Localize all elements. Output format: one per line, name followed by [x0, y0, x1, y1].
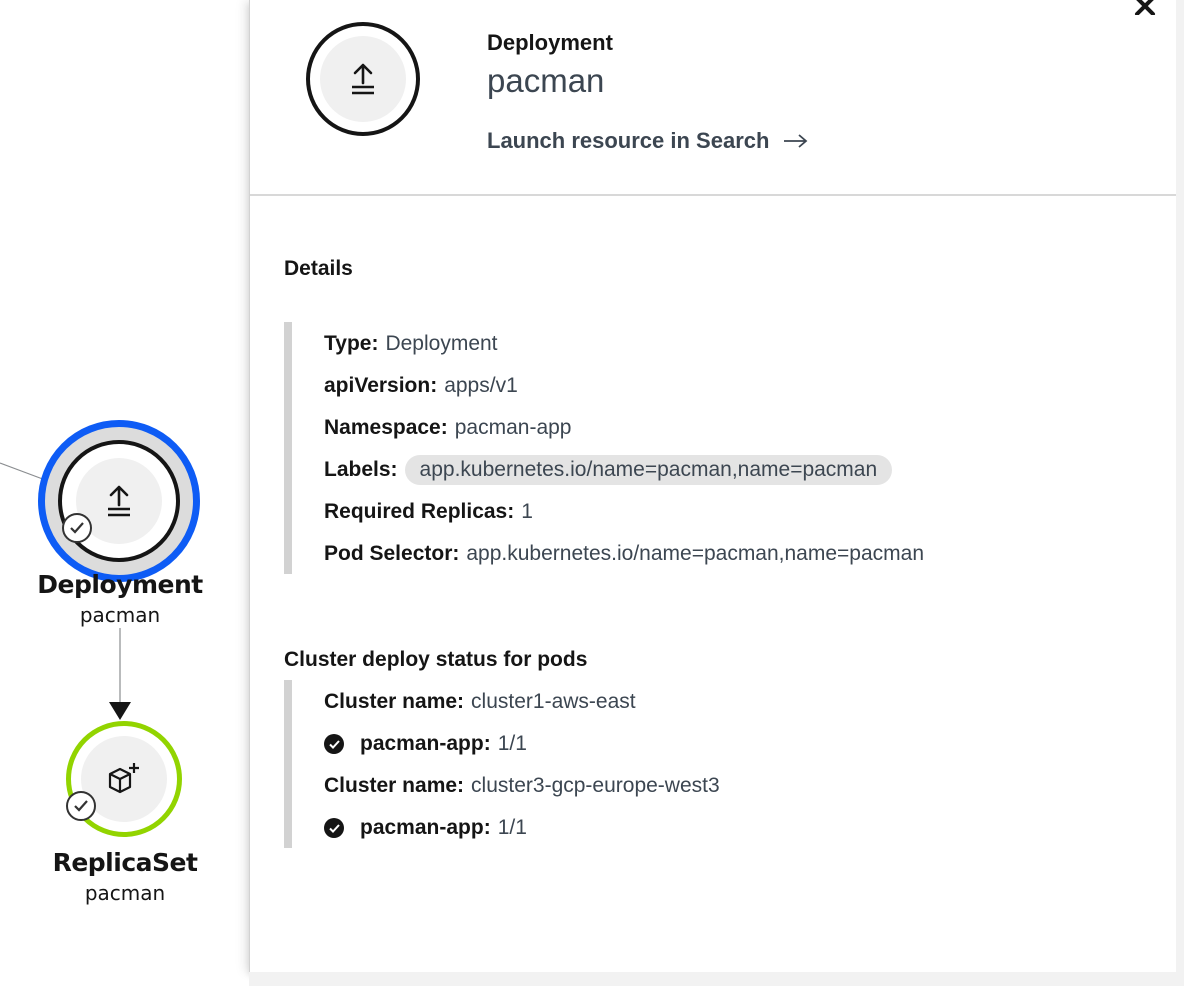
details-list: Type: Deployment apiVersion: apps/v1 Nam…	[284, 322, 1134, 574]
close-panel-button[interactable]	[1130, 0, 1160, 18]
launch-search-link[interactable]: Launch resource in Search	[487, 128, 809, 154]
panel-header: Deployment pacman Launch resource in Sea…	[250, 0, 1177, 196]
check-circle-icon	[66, 791, 96, 821]
detail-key: Namespace:	[324, 416, 448, 439]
detail-row-pod-selector: Pod Selector: app.kubernetes.io/name=pac…	[324, 542, 924, 566]
cluster-status-list: Cluster name: cluster1-aws-east pacman-a…	[284, 680, 1134, 848]
detail-row-type: Type: Deployment	[324, 332, 498, 356]
detail-row-labels: Labels: app.kubernetes.io/name=pacman,na…	[324, 455, 893, 485]
launch-search-link-label[interactable]: Launch resource in Search	[487, 128, 769, 154]
detail-key: Required Replicas:	[324, 500, 515, 523]
pod-key: pacman-app:	[360, 816, 491, 839]
deployment-node-circle[interactable]	[58, 440, 180, 562]
detail-key: Type:	[324, 332, 379, 355]
panel-bottom-gutter	[249, 972, 1184, 986]
detail-value: pacman-app	[454, 416, 572, 439]
replicaset-node-name: pacman	[84, 881, 166, 905]
upload-icon	[352, 63, 374, 95]
details-side-panel: Deployment pacman Launch resource in Sea…	[249, 0, 1177, 972]
resource-kind: Deployment	[487, 30, 613, 55]
detail-value: Deployment	[385, 332, 498, 355]
detail-row-replicas: Required Replicas: 1	[324, 500, 533, 524]
cluster-row: Cluster name: cluster1-aws-east	[324, 690, 636, 714]
cluster-status-section-title: Cluster deploy status for pods	[284, 648, 588, 671]
detail-value: app.kubernetes.io/name=pacman,name=pacma…	[466, 542, 925, 565]
upload-icon	[108, 485, 130, 517]
check-circle-icon	[62, 513, 92, 543]
label-chip: app.kubernetes.io/name=pacman,name=pacma…	[404, 455, 893, 485]
pod-status-row: pacman-app: 1/1	[324, 732, 527, 756]
cluster-key: Cluster name:	[324, 774, 465, 797]
deployment-node-kind: Deployment	[37, 570, 203, 599]
pod-status-row: pacman-app: 1/1	[324, 816, 527, 840]
detail-row-namespace: Namespace: pacman-app	[324, 416, 571, 440]
topology-edge-deployment-replicaset	[109, 628, 131, 720]
resource-name: pacman	[487, 62, 605, 99]
detail-row-apiversion: apiVersion: apps/v1	[324, 374, 518, 398]
pod-key: pacman-app:	[360, 732, 491, 755]
cube-plus-icon	[108, 763, 139, 794]
detail-key: apiVersion:	[324, 374, 438, 397]
details-section-title: Details	[284, 257, 353, 280]
arrow-right-icon	[784, 134, 808, 148]
detail-key: Labels:	[324, 458, 398, 481]
cluster-key: Cluster name:	[324, 690, 465, 713]
check-circle-icon	[324, 734, 344, 754]
detail-value: 1	[521, 500, 533, 523]
pod-status: 1/1	[497, 732, 527, 755]
check-circle-icon	[324, 818, 344, 838]
resource-icon	[306, 22, 420, 136]
cluster-name: cluster3-gcp-europe-west3	[471, 774, 720, 797]
detail-key: Pod Selector:	[324, 542, 460, 565]
panel-scroll-gutter	[1176, 0, 1184, 986]
close-icon	[1135, 0, 1155, 15]
topology-canvas[interactable]: Deployment pacman ReplicaSet pacman	[0, 0, 250, 986]
cluster-row: Cluster name: cluster3-gcp-europe-west3	[324, 774, 720, 798]
pod-status: 1/1	[497, 816, 527, 839]
deployment-node-name: pacman	[79, 603, 161, 627]
cluster-name: cluster1-aws-east	[471, 690, 636, 713]
detail-value: apps/v1	[444, 374, 518, 397]
replicaset-node-kind: ReplicaSet	[52, 848, 198, 877]
